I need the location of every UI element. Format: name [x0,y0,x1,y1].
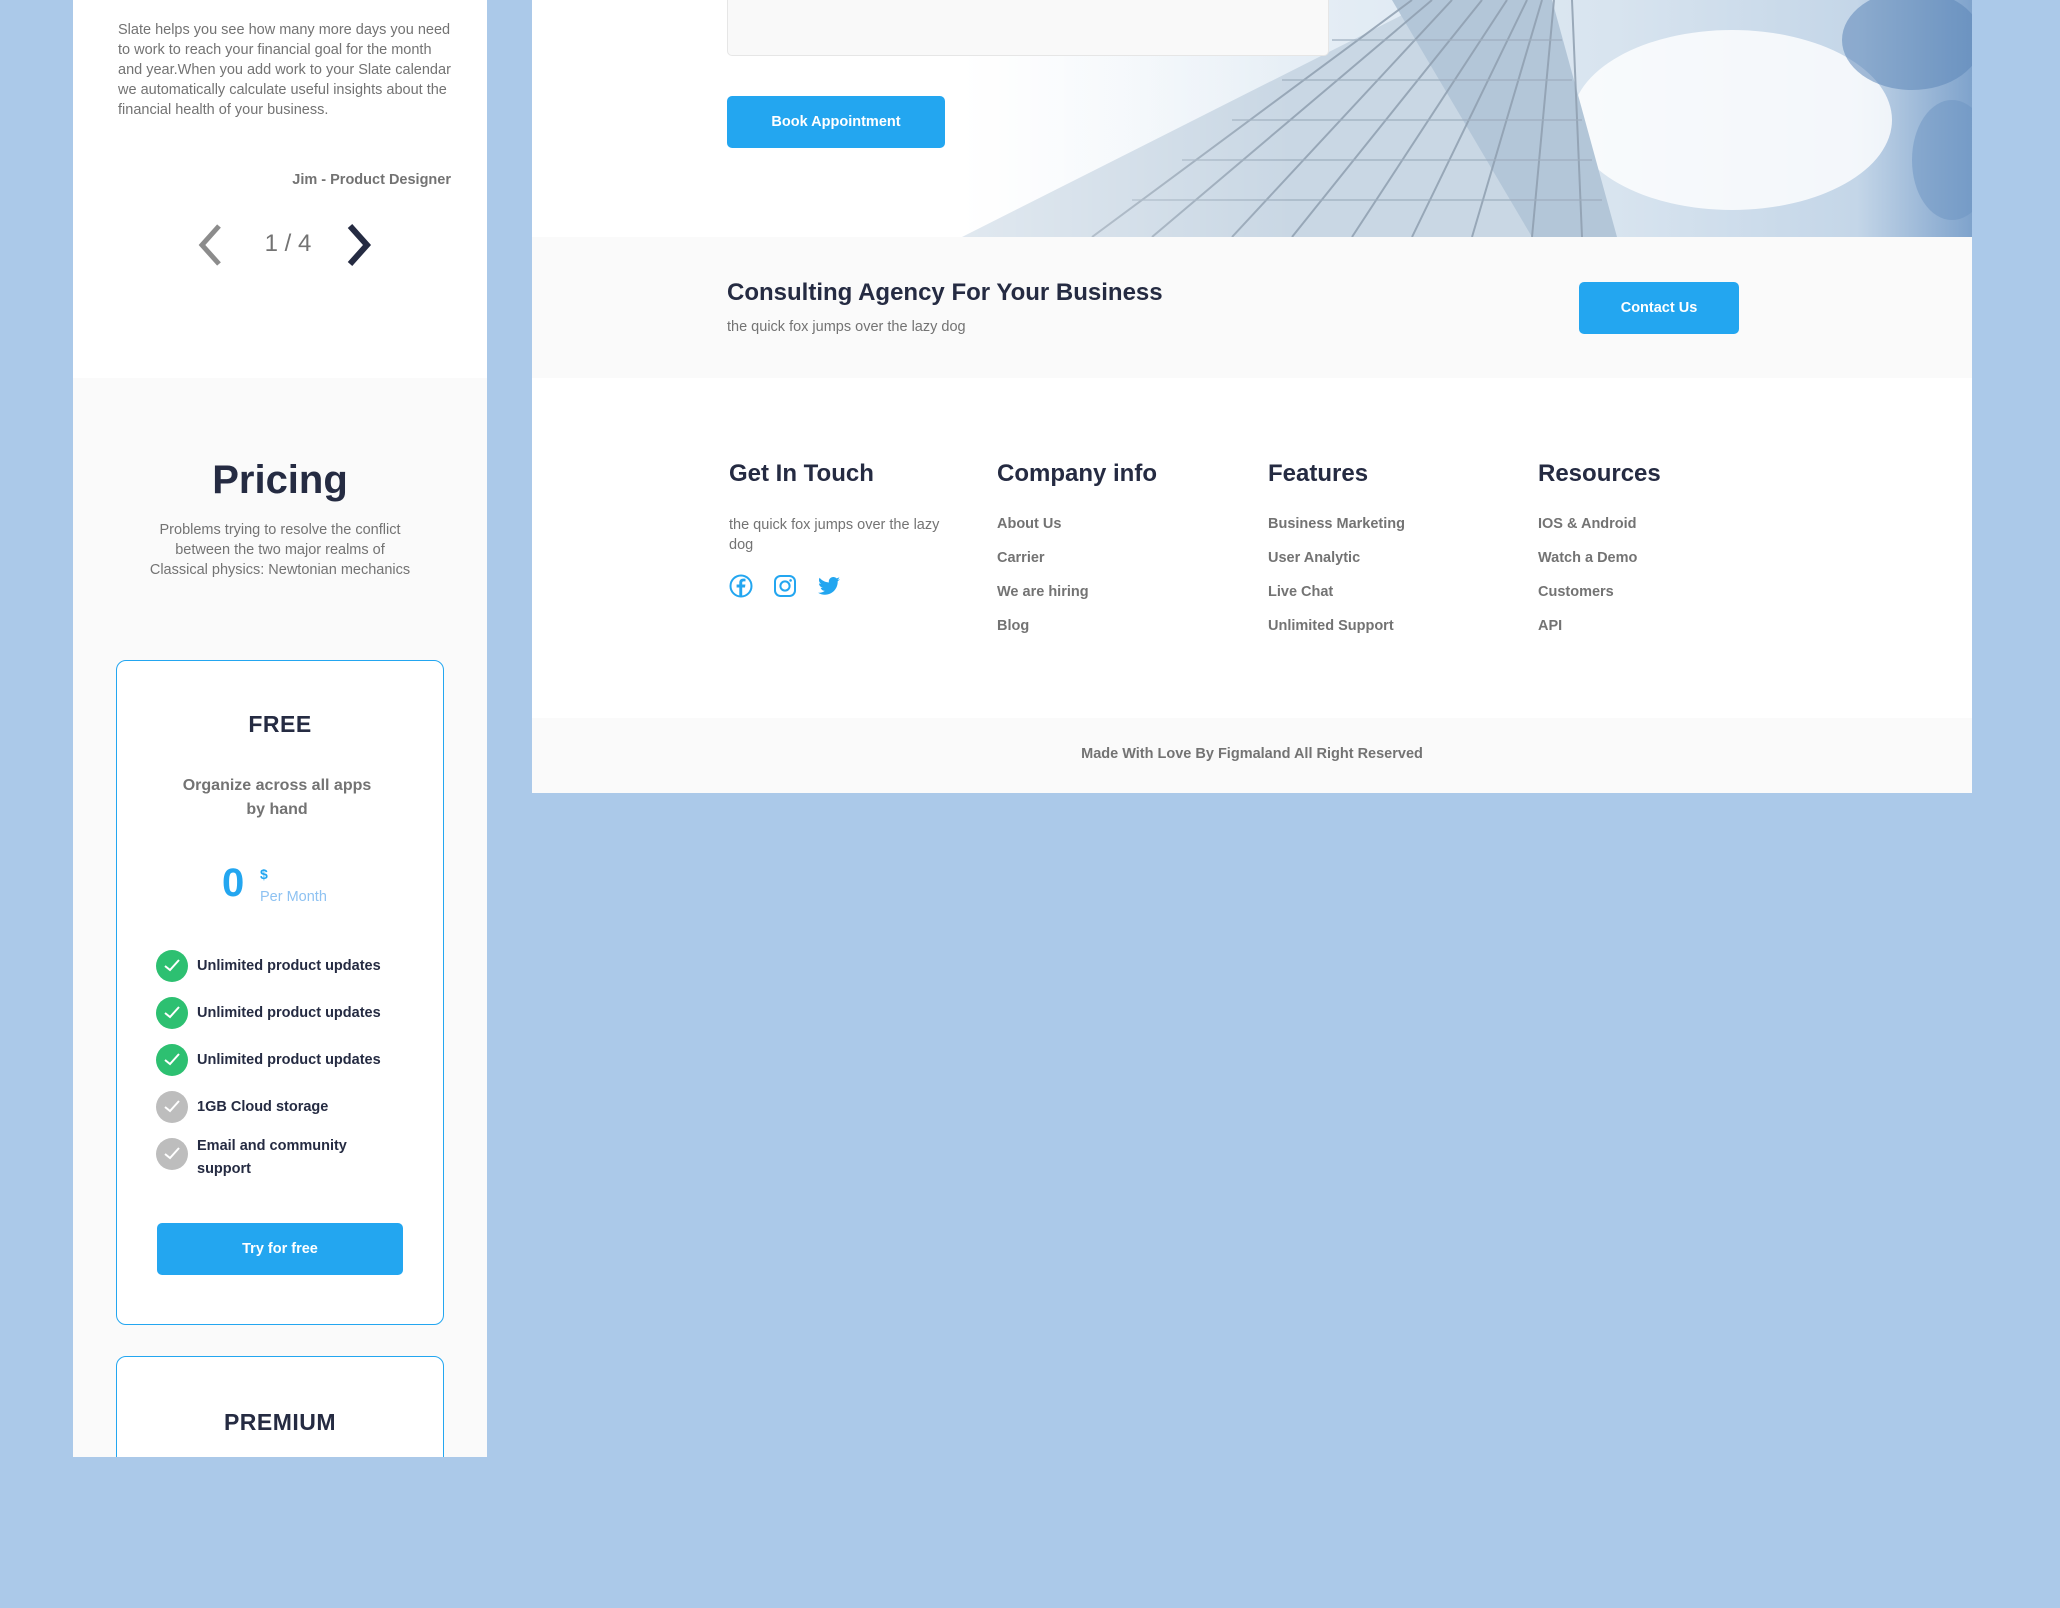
footer: Get In Touch the quick fox jumps over th… [532,378,1972,718]
appointment-hero: Book Appointment [532,0,1972,237]
plan-price: 0 [222,861,245,905]
twitter-icon[interactable] [817,574,841,598]
footer-link-about-us[interactable]: About Us [997,514,1089,548]
footer-column-get-in-touch: Get In Touch the quick fox jumps over th… [729,460,939,598]
footer-link-live-chat[interactable]: Live Chat [1268,582,1405,616]
facebook-icon[interactable] [729,574,753,598]
check-icon [156,1138,188,1170]
feature-text: Email and community support [197,1138,347,1177]
footer-link-business-marketing[interactable]: Business Marketing [1268,514,1405,548]
footer-link-watch-a-demo[interactable]: Watch a Demo [1538,548,1637,582]
slider-counter: 1 / 4 [264,230,312,257]
check-icon [156,950,188,982]
footer-heading: Resources [1538,460,1661,487]
footer-link-unlimited-support[interactable]: Unlimited Support [1268,616,1405,650]
feature-item: Email and community support [156,1138,416,1198]
plan-name: PREMIUM [223,1409,337,1435]
cta-subtitle: the quick fox jumps over the lazy dog [727,319,966,335]
instagram-icon[interactable] [773,574,797,598]
feature-text: Unlimited product updates [197,1052,381,1068]
book-appointment-button[interactable]: Book Appointment [727,96,945,148]
check-icon [156,1091,188,1123]
footer-heading: Get In Touch [729,460,874,487]
footer-bottom-bar: Made With Love By Figmaland All Right Re… [532,718,1972,793]
footer-heading: Features [1268,460,1369,487]
footer-link-user-analytic[interactable]: User Analytic [1268,548,1405,582]
message-textarea[interactable] [727,0,1329,56]
footer-link-api[interactable]: API [1538,616,1637,650]
footer-link-carrier[interactable]: Carrier [997,548,1089,582]
footer-link-customers[interactable]: Customers [1538,582,1637,616]
pricing-section: Pricing Problems trying to resolve the c… [73,378,487,1457]
check-icon [156,997,188,1029]
try-for-free-button[interactable]: Try for free [157,1223,403,1275]
footer-link-ios-android[interactable]: IOS & Android [1538,514,1637,548]
plan-currency: $ [260,866,268,882]
footer-column-company-info: Company info About Us Carrier We are hir… [997,460,1157,634]
copyright-text: Made With Love By Figmaland All Right Re… [1081,746,1423,762]
pricing-subtitle: Problems trying to resolve the conflict … [149,522,411,578]
testimonial-text: Slate helps you see how many more days y… [118,22,451,118]
mobile-preview-panel: Slate helps you see how many more days y… [73,0,487,1457]
chevron-right-icon [347,223,372,267]
chevron-left-icon [198,224,221,266]
slider-next-button[interactable] [338,220,378,270]
check-icon [156,1044,188,1076]
footer-column-resources: Resources IOS & Android Watch a Demo Cus… [1538,460,1661,634]
footer-link-we-are-hiring[interactable]: We are hiring [997,582,1089,616]
footer-link-blog[interactable]: Blog [997,616,1089,650]
feature-text: Unlimited product updates [197,958,381,974]
feature-item: Unlimited product updates [156,997,416,1037]
feature-item: 1GB Cloud storage [156,1091,416,1131]
plan-period: Per Month [260,889,327,905]
testimonial-author: Jim - Product Designer [292,172,451,188]
feature-item: Unlimited product updates [156,1044,416,1084]
cta-title: Consulting Agency For Your Business [727,279,1163,306]
feature-item: Unlimited product updates [156,950,416,990]
footer-touch-text: the quick fox jumps over the lazy dog [729,517,940,553]
slider-prev-button[interactable] [191,220,231,270]
contact-us-button[interactable]: Contact Us [1579,282,1739,334]
desktop-preview-panel: Book Appointment Consulting Agency For Y… [532,0,1972,793]
footer-heading: Company info [997,460,1157,487]
footer-column-features: Features Business Marketing User Analyti… [1268,460,1405,634]
pricing-title: Pricing [212,458,348,502]
cta-banner: Consulting Agency For Your Business the … [532,237,1972,378]
feature-text: Unlimited product updates [197,1005,381,1021]
pricing-card-free: FREE Organize across all apps by hand 0 … [116,660,444,1325]
feature-text: 1GB Cloud storage [197,1099,329,1115]
plan-description: Organize across all apps by hand [182,777,372,818]
plan-name: FREE [248,711,312,737]
pricing-card-premium: PREMIUM [116,1356,444,1457]
